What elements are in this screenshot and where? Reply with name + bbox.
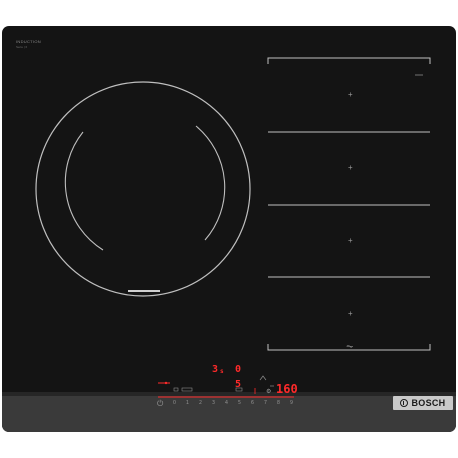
power-button-icon[interactable]: ⏻ [157,399,163,409]
scale-step-0[interactable]: 0 [168,400,181,406]
timer-icon[interactable] [235,387,243,392]
boost-icon[interactable] [181,387,193,392]
brand-badge-label: BOSCH [411,398,446,408]
scale-step-2[interactable]: 2 [194,400,207,406]
scale-step-6[interactable]: 6 [246,400,259,406]
scale-step-3[interactable]: 3 [207,400,220,406]
red-dot-icon [164,381,168,385]
lock-icon[interactable] [173,387,179,392]
scale-step-4[interactable]: 4 [220,400,233,406]
scale-step-5[interactable]: 5 [233,400,246,406]
settings-icon[interactable]: ⚙ [266,388,271,395]
scale-step-8[interactable]: 8 [272,400,285,406]
brand-logo-icon [400,399,409,407]
scale-step-7[interactable]: 7 [259,400,272,406]
brand-badge: BOSCH [393,396,453,410]
sensor-icon[interactable] [259,375,267,381]
power-level-scale[interactable]: 0 1 2 3 4 5 6 7 8 9 [168,400,298,406]
scale-step-1[interactable]: 1 [181,400,194,406]
scale-step-9[interactable]: 9 [285,400,298,406]
control-panel-marks [158,375,294,398]
